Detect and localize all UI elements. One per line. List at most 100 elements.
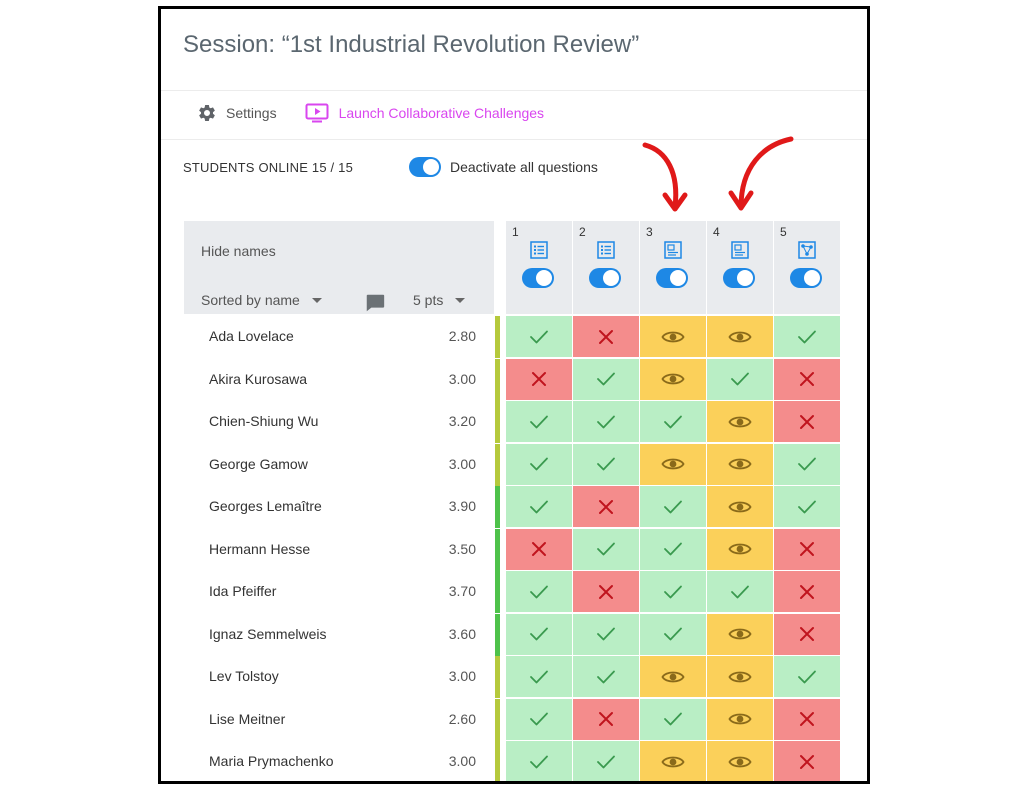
result-cell[interactable] [707, 528, 773, 570]
result-cell[interactable] [573, 656, 639, 697]
question-toggle[interactable] [790, 268, 822, 288]
result-cell[interactable] [774, 613, 840, 655]
score-indicator-bar [495, 613, 500, 656]
question-type-button[interactable] [530, 241, 548, 264]
result-cell[interactable] [707, 571, 773, 612]
result-cell[interactable] [774, 698, 840, 740]
check-icon [597, 457, 615, 471]
check-icon [597, 627, 615, 641]
list-icon [530, 241, 548, 259]
result-cell[interactable] [506, 316, 572, 357]
check-icon [664, 415, 682, 428]
sort-dropdown[interactable]: Sorted by name [201, 292, 322, 308]
result-cell[interactable] [573, 698, 639, 740]
cross-icon [800, 542, 814, 556]
table-row[interactable]: Georges Lemaître 3.90 [184, 486, 494, 528]
student-score: 3.90 [448, 498, 476, 514]
table-row[interactable]: Ida Pfeiffer 3.70 [184, 571, 494, 613]
check-icon [798, 670, 816, 683]
table-row[interactable]: George Gamow 3.00 [184, 444, 494, 486]
cross-icon [599, 329, 613, 344]
result-cell[interactable] [573, 358, 639, 400]
result-cell[interactable] [640, 443, 706, 485]
settings-button[interactable]: Settings [197, 103, 305, 123]
result-cell[interactable] [707, 741, 773, 781]
student-score: 3.50 [448, 540, 476, 557]
result-cell[interactable] [506, 741, 572, 781]
result-cell[interactable] [640, 316, 706, 357]
result-cell[interactable] [774, 401, 840, 442]
points-dropdown[interactable]: 5 pts [413, 292, 466, 308]
result-cell[interactable] [640, 656, 706, 697]
result-cell[interactable] [774, 358, 840, 400]
result-cell[interactable] [640, 401, 706, 442]
check-icon [530, 585, 548, 598]
result-cell[interactable] [506, 571, 572, 612]
deactivate-all-toggle[interactable] [409, 157, 441, 177]
result-cell[interactable] [506, 486, 572, 527]
result-cell[interactable] [573, 443, 639, 485]
result-cell[interactable] [707, 316, 773, 357]
score-indicator-bar [495, 571, 500, 613]
settings-label: Settings [226, 105, 277, 121]
question-toggle[interactable] [522, 268, 554, 288]
question-type-button[interactable] [798, 241, 816, 264]
table-row[interactable]: Maria Prymachenko 3.00 [184, 741, 494, 781]
result-cell[interactable] [506, 443, 572, 485]
result-cell[interactable] [640, 741, 706, 781]
result-cell[interactable] [774, 486, 840, 527]
result-cell[interactable] [640, 698, 706, 740]
result-cell[interactable] [774, 741, 840, 781]
result-cell[interactable] [707, 486, 773, 527]
result-cell[interactable] [506, 358, 572, 400]
result-cell[interactable] [506, 656, 572, 697]
table-row[interactable]: Ada Lovelace 2.80 [184, 316, 494, 358]
result-cell[interactable] [707, 613, 773, 655]
result-cell[interactable] [506, 528, 572, 570]
question-toggle[interactable] [589, 268, 621, 288]
hide-names-button[interactable]: Hide names [201, 243, 276, 259]
result-cell[interactable] [640, 528, 706, 570]
table-row[interactable]: Hermann Hesse 3.50 [184, 529, 494, 571]
result-cell[interactable] [774, 316, 840, 357]
result-cell[interactable] [774, 571, 840, 612]
result-cell[interactable] [506, 401, 572, 442]
result-cell[interactable] [506, 698, 572, 740]
student-score: 2.60 [448, 710, 476, 727]
eye-icon [728, 458, 752, 470]
comment-button[interactable] [364, 292, 386, 319]
result-cell[interactable] [506, 613, 572, 655]
question-type-button[interactable] [731, 241, 749, 264]
result-cell[interactable] [640, 571, 706, 612]
table-row[interactable]: Lev Tolstoy 3.00 [184, 656, 494, 698]
result-cell[interactable] [774, 656, 840, 697]
result-cell[interactable] [640, 613, 706, 655]
result-cell[interactable] [573, 316, 639, 357]
result-cell[interactable] [707, 358, 773, 400]
question-type-button[interactable] [664, 241, 682, 264]
table-row[interactable]: Lise Meitner 2.60 [184, 699, 494, 741]
result-cell[interactable] [707, 656, 773, 697]
result-cell[interactable] [573, 528, 639, 570]
result-cell[interactable] [707, 443, 773, 485]
result-cell[interactable] [640, 358, 706, 400]
result-cell[interactable] [774, 443, 840, 485]
result-cell[interactable] [573, 613, 639, 655]
table-row[interactable]: Akira Kurosawa 3.00 [184, 359, 494, 401]
result-cell[interactable] [573, 486, 639, 527]
question-toggle[interactable] [723, 268, 755, 288]
result-cell[interactable] [774, 528, 840, 570]
result-cell[interactable] [707, 401, 773, 442]
result-cell[interactable] [707, 698, 773, 740]
question-type-button[interactable] [597, 241, 615, 264]
result-cell[interactable] [640, 486, 706, 527]
result-cell[interactable] [573, 741, 639, 781]
table-row[interactable]: Chien-Shiung Wu 3.20 [184, 401, 494, 443]
result-cell[interactable] [573, 401, 639, 442]
launch-challenges-button[interactable]: Launch Collaborative Challenges [305, 103, 544, 123]
table-row[interactable]: Ignaz Semmelweis 3.60 [184, 614, 494, 656]
question-toggle[interactable] [656, 268, 688, 288]
result-cell[interactable] [573, 571, 639, 612]
cross-icon [599, 712, 613, 726]
check-icon [597, 670, 615, 683]
